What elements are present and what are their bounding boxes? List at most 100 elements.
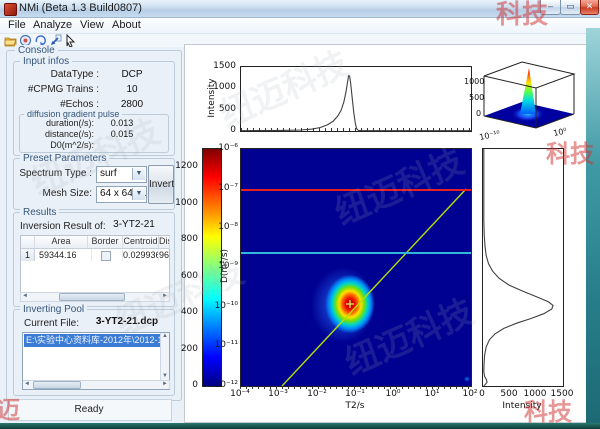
- scroll-right-icon[interactable]: ►: [161, 381, 169, 388]
- current-file-label: Current File:: [24, 318, 79, 329]
- main-xtick-1e1: 10¹: [417, 389, 447, 399]
- right-xtick-0: 0: [467, 389, 497, 399]
- surf3d-ztick-1000: 1000: [464, 77, 484, 86]
- main-ytick-1e-7: 10⁻⁷: [216, 183, 238, 193]
- red-cutoff-line: [241, 189, 471, 191]
- inverting-pool-title: Inverting Pool: [20, 304, 87, 315]
- results-hscroll-thumb[interactable]: [59, 293, 125, 301]
- inversion-result-of-value: 3-YT2-21: [99, 219, 169, 230]
- colorbar-tick-400: 400: [170, 307, 198, 317]
- mesh-size-label: Mesh Size:: [16, 188, 92, 199]
- scroll-down-icon[interactable]: ▼: [161, 373, 169, 380]
- input-infos-group: Input infos DataType : DCP #CPMG Trains …: [13, 61, 175, 156]
- scroll-up-icon[interactable]: ▲: [161, 333, 169, 340]
- minimize-button[interactable]: –: [540, 0, 561, 15]
- right-xtick-1500: 1500: [547, 389, 577, 399]
- menu-file[interactable]: File: [8, 19, 26, 31]
- top-ytick-500: 500: [206, 104, 236, 114]
- main-xlabel: T2/s: [340, 401, 370, 411]
- list-item-selected[interactable]: E:\实验中心资料库-2012年\2012-11-01东北石油大学-饱和岩样-3…: [24, 334, 160, 347]
- menu-analyze[interactable]: Analyze: [33, 19, 72, 31]
- status-bar: Ready: [8, 399, 172, 421]
- preset-title: Preset Parameters: [20, 153, 109, 164]
- top-ytick-0: 0: [206, 125, 236, 135]
- right-xlabel: Intensity: [497, 401, 547, 411]
- diffusion-group: diffusion gradient pulse duration(/s): 0…: [19, 114, 169, 153]
- col-header-dist[interactable]: Dist: [159, 236, 170, 249]
- right-projection-axes[interactable]: [482, 148, 564, 387]
- top-ytick-1000: 1000: [206, 82, 236, 92]
- surface-3d-plot[interactable]: 1000 500 0 10⁻¹⁰ 10⁰: [462, 54, 590, 146]
- pool-hscroll-thumb[interactable]: [33, 381, 81, 389]
- d-projection-curve: [483, 149, 563, 386]
- colorbar-tick-200: 200: [170, 344, 198, 354]
- screenshot-root: NMi (Beta 1.3 Build0807) – ▭ ✕ File Anal…: [0, 0, 600, 429]
- duration-value: 0.013: [100, 118, 144, 128]
- surf3d-ztick-500: 500: [469, 93, 484, 102]
- col-header-rownum[interactable]: [21, 236, 35, 249]
- duration-label: duration(/s):: [26, 118, 94, 128]
- menu-bar: File Analyze View About: [0, 18, 600, 34]
- menu-about[interactable]: About: [112, 19, 141, 31]
- scroll-left-icon[interactable]: ◄: [21, 293, 29, 300]
- results-group: Results Inversion Result of: 3-YT2-21 Ar…: [13, 212, 175, 307]
- window-title: NMi (Beta 1.3 Build0807): [19, 2, 142, 14]
- main-ylabel: D(m²/s): [220, 241, 230, 291]
- diagonal-cutoff-line: [241, 149, 471, 386]
- border-checkbox[interactable]: [101, 251, 111, 261]
- cell-border[interactable]: [88, 249, 123, 261]
- top-ytick-1500: 1500: [206, 61, 236, 71]
- main-ytick-1e-11: 10⁻¹¹: [212, 340, 238, 350]
- results-table: Area Border Centroid Dist 1 59344.16 0.0…: [20, 235, 170, 293]
- console-title: Console: [15, 45, 58, 56]
- t2-projection-curve: [241, 67, 471, 131]
- spectrum-type-value: surf: [100, 168, 117, 179]
- colorbar-tick-600: 600: [170, 271, 198, 281]
- input-infos-title: Input infos: [20, 56, 72, 67]
- main-xtick-1e0: 10⁰: [378, 389, 408, 399]
- surf3d-xtick-right: 10⁰: [553, 126, 568, 138]
- menu-view[interactable]: View: [80, 19, 104, 31]
- inversion-result-of-label: Inversion Result of:: [20, 221, 106, 232]
- current-file-value: 3-YT2-21.dcp: [84, 316, 170, 327]
- surf3d-ztick-0: 0: [476, 109, 481, 118]
- top-projection-axes[interactable]: [240, 66, 472, 132]
- cell-dist[interactable]: 96.87: [159, 249, 169, 261]
- spectrum-type-label: Spectrum Type :: [16, 168, 92, 179]
- main-xtick-1e-4: 10⁻⁴: [225, 389, 255, 399]
- app-icon: [4, 3, 17, 16]
- cpmg-trains-label: #CPMG Trains :: [24, 84, 99, 95]
- main-ytick-1e-10: 10⁻¹⁰: [212, 301, 238, 311]
- status-text: Ready: [9, 404, 169, 415]
- dt2-heatmap[interactable]: [240, 148, 472, 387]
- scroll-right-icon[interactable]: ►: [161, 293, 169, 300]
- col-header-area[interactable]: Area: [35, 236, 88, 249]
- inverting-pool-list[interactable]: E:\实验中心资料库-2012年\2012-11-01东北石油大学-饱和岩样-3…: [22, 332, 170, 390]
- maximize-button[interactable]: ▭: [560, 0, 581, 15]
- pool-vscrollbar[interactable]: ▲ ▼: [160, 333, 169, 381]
- results-hscrollbar[interactable]: ◄ ►: [20, 292, 170, 302]
- scroll-left-icon[interactable]: ◄: [23, 381, 31, 388]
- inverting-pool-group: Inverting Pool Current File: 3-YT2-21.dc…: [13, 309, 175, 396]
- cursor-icon[interactable]: [64, 34, 77, 47]
- main-ytick-1e-6: 10⁻⁶: [216, 143, 238, 153]
- col-header-border[interactable]: Border: [88, 236, 123, 249]
- mesh-size-select[interactable]: 64 x 64 (... ▼: [96, 186, 147, 203]
- cell-area[interactable]: 59344.16: [35, 249, 92, 261]
- d0-label: D0(m^2/s):: [26, 140, 94, 150]
- colorbar-tick-0: 0: [170, 380, 198, 390]
- pool-hscrollbar[interactable]: ◄ ►: [23, 380, 170, 389]
- cell-centroid[interactable]: 0.029936 , 1...: [123, 249, 159, 261]
- spectrum-type-select[interactable]: surf ▼: [96, 166, 147, 183]
- desktop-strip-bottom: [0, 423, 600, 429]
- close-button[interactable]: ✕: [580, 0, 599, 15]
- top-axes-minor-ticks: [241, 128, 471, 131]
- cpmg-trains-value: 10: [109, 84, 155, 95]
- title-bar[interactable]: NMi (Beta 1.3 Build0807) – ▭ ✕: [0, 0, 600, 18]
- chevron-down-icon[interactable]: ▼: [132, 188, 145, 200]
- colorbar-tick-800: 800: [170, 234, 198, 244]
- col-header-centroid[interactable]: Centroid: [123, 236, 159, 249]
- row-number[interactable]: 1: [21, 249, 35, 261]
- cyan-cutoff-line: [241, 252, 471, 254]
- chevron-down-icon[interactable]: ▼: [132, 168, 145, 180]
